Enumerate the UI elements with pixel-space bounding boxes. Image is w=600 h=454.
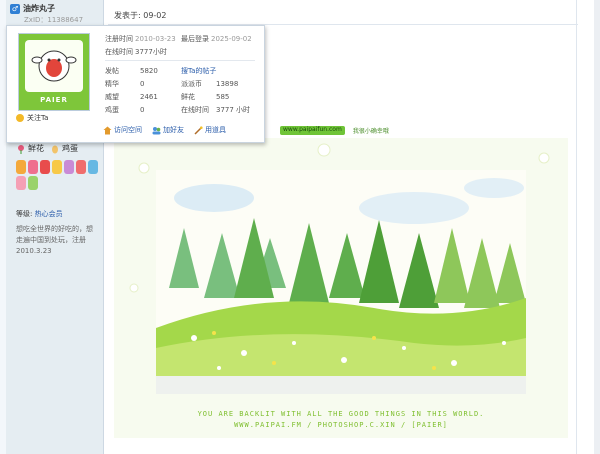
medal-icon[interactable] <box>28 160 38 174</box>
home-icon <box>103 126 112 134</box>
stat-row: 精华 0 派派币 13898 <box>105 77 250 90</box>
follow-icon <box>16 114 24 122</box>
stat-row: 发帖 5820 搜Ta的帖子 <box>105 64 250 77</box>
follow-label: 关注Ta <box>27 114 49 122</box>
stat-value: 13898 <box>216 79 239 88</box>
user-stats-table: 发帖 5820 搜Ta的帖子 精华 0 派派币 13898 威望 2461 鲜花… <box>105 64 250 116</box>
stat-value: 585 <box>216 92 230 101</box>
level-value[interactable]: 热心会员 <box>35 210 63 218</box>
medal-icon[interactable] <box>16 160 26 174</box>
stat-value: 5820 <box>140 66 158 75</box>
add-friend-button[interactable]: 加好友 <box>152 125 184 135</box>
visit-space-button[interactable]: 访问空间 <box>103 125 142 135</box>
eggs-item[interactable]: 鸡蛋 <box>50 143 78 154</box>
image-caption-line1: YOU ARE BACKLIT WITH ALL THE GOOD THINGS… <box>197 410 485 418</box>
medal-icon[interactable] <box>28 176 38 190</box>
image-caption-line2: WWW.PAIPAI.FM / PHOTOSHOP.C.XIN / [PAIER… <box>234 421 448 429</box>
stat-label: 发帖 <box>105 66 119 75</box>
medal-icon[interactable] <box>16 176 26 190</box>
use-tool-button[interactable]: 用道具 <box>194 125 226 135</box>
stat-row: 威望 2461 鲜花 585 <box>105 90 250 103</box>
username-row[interactable]: ♂ 油炸丸子 <box>10 3 55 14</box>
wand-icon <box>194 125 203 135</box>
last-login-value: 2025-09-02 <box>211 34 252 43</box>
user-id: ZxID：11388647 <box>24 16 84 24</box>
post-image[interactable]: YOU ARE BACKLIT WITH ALL THE GOOD THINGS… <box>114 138 568 438</box>
post-date: 发表于: 09-02 <box>114 11 167 20</box>
use-tool-label: 用道具 <box>205 126 226 134</box>
medal-icon[interactable] <box>64 160 74 174</box>
page-scrollbar[interactable] <box>594 0 600 454</box>
follow-button[interactable]: 关注Ta <box>16 113 48 123</box>
stat-value: 0 <box>140 79 145 88</box>
online-value: 3777小时 <box>135 47 167 56</box>
level-label: 等级: <box>16 210 33 218</box>
medal-list <box>16 160 98 190</box>
username[interactable]: 油炸丸子 <box>23 3 55 14</box>
medal-icon[interactable] <box>52 160 62 174</box>
register-value: 2010-03-23 <box>135 34 176 43</box>
stat-label: 威望 <box>105 92 119 101</box>
register-label: 注册时间 <box>105 34 133 43</box>
tagline-link[interactable]: 我很小确幸哦 <box>353 126 389 135</box>
medal-icon[interactable] <box>88 160 98 174</box>
flowers-item[interactable]: 鲜花 <box>16 143 44 154</box>
stat-value: 2461 <box>140 92 158 101</box>
post-mini-links: www.paipaifun.com 我很小确幸哦 <box>280 126 389 135</box>
flowers-label: 鲜花 <box>28 144 44 153</box>
divider <box>105 60 255 61</box>
medal-icon[interactable] <box>40 160 50 174</box>
flower-icon <box>18 144 24 154</box>
avatar[interactable]: PAIER <box>18 33 90 111</box>
sheep-mascot-icon <box>31 50 77 82</box>
site-link[interactable]: www.paipaifun.com <box>280 126 345 135</box>
egg-icon <box>52 145 58 153</box>
online-label: 在线时间 <box>105 47 133 56</box>
stat-value: 3777 小时 <box>216 105 251 114</box>
user-info-popup: PAIER 关注Ta 注册时间 2010-03-23 最后登录 2025-09-… <box>6 25 265 143</box>
avatar-brand: PAIER <box>40 96 68 104</box>
user-signature: 想吃全世界的好吃的，想走遍中国到处玩，注册2010.3.23 <box>16 225 93 255</box>
stat-value: 0 <box>140 105 145 114</box>
stat-label: 鸡蛋 <box>105 105 119 114</box>
visit-space-label: 访问空间 <box>114 126 142 134</box>
last-login-label: 最后登录 <box>181 34 209 43</box>
stat-label: 鲜花 <box>181 92 195 101</box>
search-posts-link[interactable]: 搜Ta的帖子 <box>181 66 241 76</box>
add-friend-icon <box>152 126 161 134</box>
stat-label: 派派币 <box>181 79 202 88</box>
medal-icon[interactable] <box>76 160 86 174</box>
user-time-info: 注册时间 2010-03-23 最后登录 2025-09-02 在线时间 377… <box>105 32 257 58</box>
flower-egg-row: 鲜花 鸡蛋 <box>16 143 78 154</box>
add-friend-label: 加好友 <box>163 126 184 134</box>
popup-actions: 访问空间 加好友 用道具 <box>103 125 226 135</box>
stat-label: 在线时间 <box>181 105 209 114</box>
divider <box>576 0 577 454</box>
stat-label: 精华 <box>105 79 119 88</box>
user-gender-icon: ♂ <box>10 3 20 14</box>
watercolor-forest-illustration <box>114 138 568 438</box>
user-level: 等级: 热心会员 <box>16 209 63 219</box>
stat-row: 鸡蛋 0 在线时间 3777 小时 <box>105 103 250 116</box>
eggs-label: 鸡蛋 <box>62 144 78 153</box>
avatar-image <box>25 40 83 92</box>
